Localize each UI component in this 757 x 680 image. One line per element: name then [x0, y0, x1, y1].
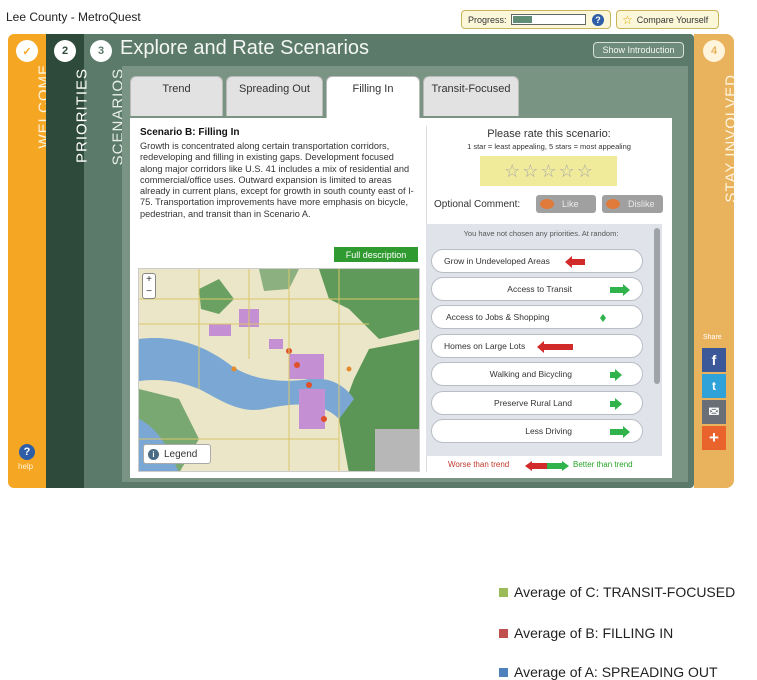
neutral-marker-icon	[600, 314, 606, 322]
priority-label: Access to Transit	[507, 284, 572, 294]
rating-star-icon[interactable]: ☆	[504, 162, 520, 180]
legend-swatch	[499, 628, 508, 638]
checkmark-icon: ✓	[16, 40, 38, 62]
legend-entry: Average of A: SPREADING OUT	[499, 664, 718, 680]
legend-label: Average of A: SPREADING OUT	[514, 664, 718, 680]
tab-spreading-out[interactable]: Spreading Out	[226, 76, 323, 116]
speech-bubble-icon	[606, 199, 620, 209]
star-icon: ☆	[622, 12, 633, 27]
optional-comment-label: Optional Comment:	[434, 199, 521, 210]
rating-star-icon[interactable]: ☆	[540, 162, 556, 180]
legend-label: Average of B: FILLING IN	[514, 625, 674, 641]
better-than-trend-label: Better than trend	[573, 460, 633, 469]
priority-label: Grow in Undeveloped Areas	[444, 256, 550, 266]
show-introduction-button[interactable]: Show Introduction	[593, 42, 684, 58]
tab-trend[interactable]: Trend	[130, 76, 223, 116]
help-icon[interactable]: ?	[19, 444, 35, 460]
priority-label: Walking and Bicycling	[489, 369, 572, 379]
scenario-title: Scenario B: Filling In	[140, 127, 240, 138]
priority-label: Preserve Rural Land	[494, 398, 572, 408]
priority-item[interactable]: Preserve Rural Land	[431, 391, 643, 415]
app-title: Lee County - MetroQuest	[6, 10, 141, 24]
plus-share-icon[interactable]: +	[702, 426, 726, 450]
facebook-icon[interactable]: f	[702, 348, 726, 372]
rating-star-icon[interactable]: ☆	[577, 162, 593, 180]
progress-fill	[512, 16, 532, 23]
priority-item[interactable]: Homes on Large Lots	[431, 334, 643, 358]
twitter-icon[interactable]: t	[702, 374, 726, 398]
active-tab-pointer	[363, 114, 379, 122]
map-zoom-control[interactable]: + −	[142, 273, 156, 299]
star-rating: ☆ ☆ ☆ ☆ ☆	[480, 156, 617, 186]
nav-tab-priorities[interactable]: 2 PRIORITIES	[46, 34, 91, 488]
map-legend-button[interactable]: i Legend	[143, 444, 211, 464]
green-right-arrow-icon	[610, 426, 630, 438]
priorities-scrollbar[interactable]	[654, 228, 660, 384]
legend-entry: Average of C: TRANSIT-FOCUSED	[499, 584, 735, 600]
rating-scale-note: 1 star = least appealing, 5 stars = most…	[467, 142, 631, 151]
priority-item[interactable]: Access to Transit	[431, 277, 643, 301]
dislike-button[interactable]: Dislike	[602, 195, 663, 213]
priority-label: Access to Jobs & Shopping	[446, 312, 550, 322]
info-icon: i	[148, 448, 159, 460]
red-left-arrow-icon	[537, 341, 573, 353]
progress-label: Progress:	[468, 14, 507, 25]
full-description-button[interactable]: Full description	[334, 247, 418, 262]
share-label: Share	[703, 334, 722, 341]
rating-prompt: Please rate this scenario:	[487, 128, 611, 140]
map-legend-label: Legend	[164, 448, 198, 460]
priority-label: Homes on Large Lots	[444, 341, 526, 351]
priority-item[interactable]: Grow in Undeveloped Areas	[431, 249, 643, 273]
step-number: 3	[90, 40, 112, 62]
priority-item[interactable]: Access to Jobs & Shopping	[431, 305, 643, 329]
nav-tab-scenarios[interactable]: 3 SCENARIOS	[84, 34, 127, 488]
nav-tab-welcome[interactable]: ✓ WELCOME ? help	[8, 34, 53, 488]
legend-entry: Average of B: FILLING IN	[499, 625, 673, 641]
tab-transit-focused[interactable]: Transit-Focused	[423, 76, 519, 116]
green-right-arrow-icon	[610, 284, 630, 296]
priority-item[interactable]: Walking and Bicycling	[431, 362, 643, 386]
progress-bar	[510, 14, 587, 25]
nav-tab-stay-involved-label: STAY INVOLVED	[722, 74, 740, 203]
email-icon[interactable]: ✉	[702, 400, 726, 424]
help-label[interactable]: help	[18, 462, 33, 471]
worse-than-trend-label: Worse than trend	[448, 460, 510, 469]
legend-label: Average of C: TRANSIT-FOCUSED	[514, 584, 736, 600]
priority-item[interactable]: Less Driving	[431, 419, 643, 443]
legend-swatch	[499, 587, 508, 597]
scenario-map[interactable]	[138, 268, 420, 472]
priority-label: Less Driving	[525, 426, 572, 436]
scenario-description: Growth is concentrated along certain tra…	[140, 141, 414, 219]
progress-indicator: Progress: ?	[461, 10, 611, 29]
map-graphic	[139, 269, 419, 471]
rating-star-icon[interactable]: ☆	[522, 162, 538, 180]
like-button[interactable]: Like	[536, 195, 596, 213]
nav-tab-stay-involved[interactable]: 4 STAY INVOLVED Share f t ✉ +	[694, 34, 740, 488]
like-label: Like	[562, 199, 579, 209]
step-number: 4	[703, 40, 725, 62]
step-number: 2	[54, 40, 76, 62]
compare-yourself-label: Compare Yourself	[636, 14, 709, 25]
speech-bubble-icon	[540, 199, 554, 209]
screenshot-root: Lee County - MetroQuest Progress: ? ☆ Co…	[0, 0, 757, 680]
legend-swatch	[499, 667, 508, 677]
trend-arrows-icon	[525, 461, 569, 471]
page-title: Explore and Rate Scenarios	[120, 37, 370, 59]
red-left-arrow-icon	[565, 256, 585, 268]
progress-help-icon[interactable]: ?	[592, 13, 604, 26]
dislike-label: Dislike	[628, 199, 655, 209]
compare-yourself-button[interactable]: ☆ Compare Yourself	[616, 10, 719, 29]
green-right-arrow-icon	[610, 398, 622, 410]
rating-star-icon[interactable]: ☆	[559, 162, 575, 180]
priorities-note: You have not chosen any priorities. At r…	[463, 229, 619, 238]
green-right-arrow-icon	[610, 369, 622, 381]
